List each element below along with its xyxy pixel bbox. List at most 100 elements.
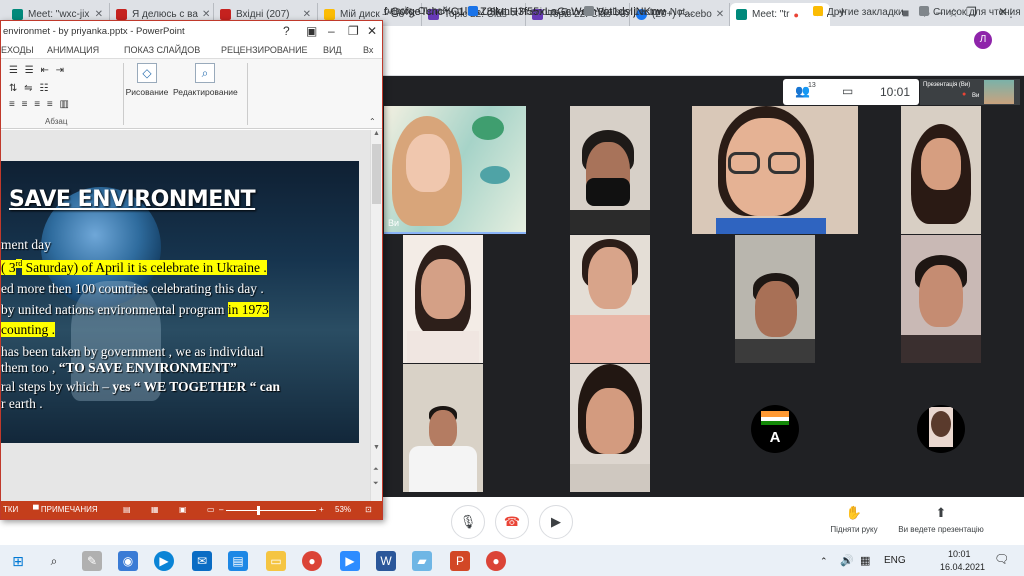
editing-button[interactable]: ⌕ Редактирование: [173, 63, 238, 97]
participant-tile-you[interactable]: Ви: [384, 106, 526, 234]
vertical-scrollbar[interactable]: ▲ ▼ ⏶ ⏷: [370, 130, 382, 502]
reading-view-icon[interactable]: ▣: [179, 505, 187, 514]
reading-list[interactable]: Список для чтения: [919, 6, 1021, 18]
zoom-level[interactable]: 53%: [335, 505, 351, 514]
drawing-button[interactable]: ◇ Рисование: [125, 63, 169, 97]
notification-icon[interactable]: 🗨: [994, 552, 1009, 566]
taskbar-time[interactable]: 10:01: [948, 549, 971, 559]
slide-text-line: ral steps by which – yes “ WE TOGETHER “…: [1, 379, 281, 394]
tab-slideshow[interactable]: ПОКАЗ СЛАЙДОВ: [124, 45, 200, 55]
tray-chevron-icon[interactable]: ⌃: [820, 556, 828, 567]
tab-view[interactable]: ВИД: [323, 45, 342, 55]
microphone-button[interactable]: 🎙: [451, 505, 485, 539]
participant-tile[interactable]: [901, 106, 981, 234]
drive-icon: [324, 9, 335, 20]
mail-icon[interactable]: ✉: [192, 551, 212, 571]
close-icon[interactable]: ✕: [299, 9, 311, 20]
app-icon[interactable]: ▰: [412, 551, 432, 571]
tab-transitions[interactable]: ЕХОДЫ: [1, 45, 34, 55]
participant-avatar[interactable]: [917, 405, 965, 453]
participant-tile[interactable]: [570, 364, 650, 492]
fit-slide-icon[interactable]: ⊡: [365, 505, 372, 514]
chrome-icon[interactable]: ●: [486, 551, 506, 571]
bookmark-item[interactable]: Biology Lecture Not...: [584, 6, 694, 18]
tab-animation[interactable]: АНИМАЦИЯ: [47, 45, 99, 55]
participant-tile[interactable]: [570, 106, 650, 234]
ribbon-tabs: ЕХОДЫ АНИМАЦИЯ ПОКАЗ СЛАЙДОВ РЕЦЕНЗИРОВА…: [1, 43, 382, 59]
close-icon[interactable]: ✕: [91, 9, 103, 20]
status-notes-left[interactable]: ТКИ: [3, 505, 18, 514]
list-buttons-icon[interactable]: ☰ ☰ ⇤ ⇥: [9, 65, 66, 76]
profile-avatar[interactable]: Л: [974, 31, 992, 49]
folder-icon[interactable]: ▭: [266, 551, 286, 571]
tab-more[interactable]: Вх: [363, 45, 373, 55]
bookmark-item[interactable]: USMLE Previous Qu...: [468, 6, 583, 18]
slide-sorter-icon[interactable]: ▦: [151, 505, 159, 514]
start-icon[interactable]: ⊞: [8, 551, 28, 571]
clothing: [716, 218, 826, 234]
zoom-out-icon[interactable]: –: [219, 505, 223, 514]
ppt-close-button[interactable]: ✕: [367, 24, 377, 38]
clothing: [570, 464, 650, 492]
normal-view-icon[interactable]: ▤: [123, 505, 131, 514]
next-slide-icon[interactable]: ⏷: [373, 480, 379, 488]
slide-text-line: them too , “TO SAVE ENVIRONMENT”: [1, 360, 237, 375]
bookmark-folder[interactable]: Другие закладки: [813, 6, 904, 18]
participant-tile[interactable]: [403, 235, 483, 363]
clothing: [570, 210, 650, 234]
self-video: [984, 80, 1014, 104]
powerpoint-icon[interactable]: P: [450, 551, 470, 571]
zoom-meetings-icon[interactable]: ▶: [340, 551, 360, 571]
chrome-icon[interactable]: ●: [302, 551, 322, 571]
app-icon[interactable]: ✎: [82, 551, 102, 571]
slide-text-line: r earth .: [1, 396, 43, 411]
participant-tile[interactable]: [403, 364, 483, 492]
input-language[interactable]: ENG: [884, 555, 906, 566]
slide-text-line: ment day: [1, 237, 51, 252]
slide-canvas[interactable]: SAVE ENVIRONMENT ment day ( 3rd Saturday…: [1, 161, 359, 443]
collapse-ribbon-icon[interactable]: ⌃: [369, 117, 376, 126]
help-button[interactable]: ?: [283, 24, 290, 38]
align-icon[interactable]: ≡ ≡ ≡ ≡ ▥: [9, 99, 71, 110]
volume-icon[interactable]: 🔊: [840, 554, 854, 567]
participant-avatar[interactable]: A: [751, 405, 799, 453]
prev-slide-icon[interactable]: ⏶: [373, 466, 379, 474]
zoom-in-icon[interactable]: +: [319, 505, 324, 514]
taskbar-date[interactable]: 16.04.2021: [940, 562, 985, 572]
clothing: [735, 339, 815, 363]
powerpoint-window[interactable]: environmet - by priyanka.pptx - PowerPoi…: [0, 20, 383, 520]
clothing: [570, 315, 650, 363]
participant-face: [421, 259, 465, 319]
close-icon[interactable]: ✕: [198, 9, 210, 20]
tab-review[interactable]: РЕЦЕНЗИРОВАНИЕ: [221, 45, 308, 55]
slideshow-icon[interactable]: ▭: [207, 505, 215, 514]
close-icon[interactable]: ✕: [712, 9, 724, 20]
participant-tile[interactable]: [901, 235, 981, 363]
bookmark-item[interactable]: ологія. Онлайн-п...: [384, 6, 471, 17]
ppt-restore-button[interactable]: ❐: [348, 24, 359, 38]
zoom-app-icon[interactable]: ▶: [154, 551, 174, 571]
app-icon[interactable]: ◉: [118, 551, 138, 571]
ppt-minimize-button[interactable]: –: [328, 24, 335, 38]
participant-tile[interactable]: [735, 235, 815, 363]
participant-tile[interactable]: [570, 235, 650, 363]
shapes-icon: ◇: [137, 63, 157, 83]
participant-tile[interactable]: [692, 106, 858, 234]
notes-button[interactable]: ▀ ПРИМЕЧАНИЯ: [33, 505, 98, 514]
zoom-slider-thumb[interactable]: [257, 506, 260, 515]
scroll-down-icon[interactable]: ▼: [373, 444, 380, 451]
presenting-button[interactable]: ⬆ Ви ведете презентацію: [898, 505, 984, 534]
scroll-thumb[interactable]: [372, 144, 381, 204]
word-icon[interactable]: W: [376, 551, 396, 571]
search-icon[interactable]: ⌕: [44, 551, 64, 571]
chat-icon[interactable]: ▭: [842, 84, 853, 98]
scroll-up-icon[interactable]: ▲: [373, 130, 380, 137]
direction-icon[interactable]: ⇅ ⇋ ☷: [9, 83, 50, 94]
leave-call-button[interactable]: ☎: [495, 505, 529, 539]
store-icon[interactable]: ▤: [228, 551, 248, 571]
network-icon[interactable]: ▦: [860, 554, 870, 567]
camera-button[interactable]: ▶: [539, 505, 573, 539]
zoom-slider[interactable]: [226, 510, 316, 511]
ribbon-display-icon[interactable]: ▣: [306, 24, 317, 38]
raise-hand-button[interactable]: ✋ Підняти руку: [828, 505, 880, 534]
